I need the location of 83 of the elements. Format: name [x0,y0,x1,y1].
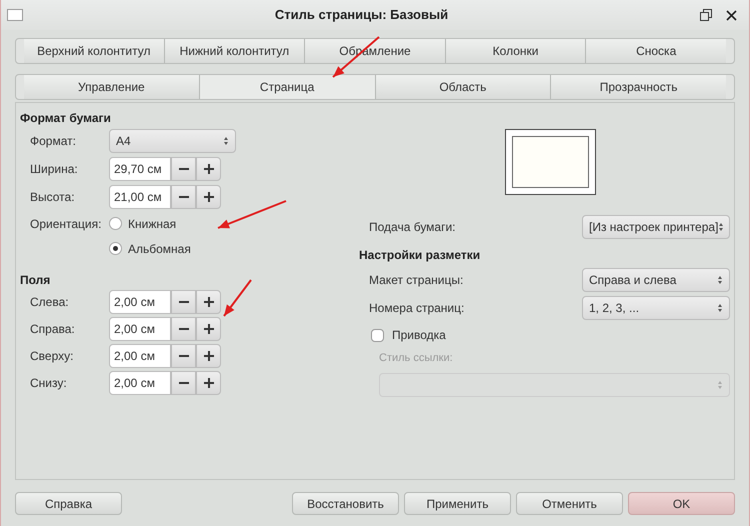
plus-icon [204,192,214,202]
dialog-button[interactable]: Справка [15,492,122,515]
plus-icon [204,297,214,307]
field-label: Справа: [30,321,76,338]
close-icon[interactable] [726,10,737,20]
increment-button[interactable] [196,185,221,209]
minus-icon [178,168,188,170]
field-label: Стиль ссылки: [379,351,454,366]
spinner-arrows-icon [223,136,229,146]
field-label: Высота: [30,189,76,206]
dialog-button[interactable]: Применить [404,492,511,515]
field-label: Сверху: [30,348,74,365]
section-heading: Поля [20,272,52,289]
plus-icon [204,378,214,388]
decrement-button[interactable] [171,371,196,395]
input-field[interactable]: 21,00 см [109,185,171,209]
dropdown-value: 1, 2, 3, ... [589,300,640,317]
radio-label: Альбомная [128,240,191,258]
tab[interactable]: Сноска [586,39,726,63]
input-field[interactable]: 2,00 см [109,317,171,341]
field-label: Номера страниц: [369,300,464,317]
spinner-arrows-icon [718,222,723,232]
tab[interactable]: Нижний колонтитул [164,39,306,63]
increment-button[interactable] [196,317,221,341]
input-field[interactable]: 2,00 см [109,371,171,395]
section-heading: Настройки разметки [359,247,482,264]
annotation-arrow [218,200,286,229]
app-icon [7,9,23,21]
minus-icon [178,355,188,357]
plus-icon [204,324,214,334]
dialog-button[interactable]: OK [628,492,735,515]
decrement-button[interactable] [171,344,196,368]
plus-icon [204,351,214,361]
field-label: Ширина: [30,161,79,178]
restore-icon[interactable] [700,9,712,21]
tab[interactable]: Колонки [446,39,586,63]
field-label: Макет страницы: [369,272,464,289]
tab[interactable]: Прозрачность [551,75,726,99]
tab[interactable]: Область [376,75,552,99]
dropdown[interactable]: [Из настроек принтера] [582,215,730,239]
decrement-button[interactable] [171,185,196,209]
dropdown-value: [Из настроек принтера] [589,219,718,236]
minus-icon [178,196,188,198]
minus-icon [178,301,188,303]
decrement-button[interactable] [171,290,196,314]
increment-button[interactable] [196,157,221,181]
dropdown-value: Справа и слева [589,272,676,289]
field-label: Формат: [30,133,77,150]
spinner-arrows-icon [717,380,723,390]
dropdown[interactable]: Справа и слева [582,268,730,292]
radio-label: Книжная [128,216,176,232]
input-field[interactable]: 2,00 см [109,290,171,314]
spinner-arrows-icon [717,303,723,313]
dialog-button[interactable]: Отменить [516,492,623,515]
plus-icon [204,164,214,174]
dropdown[interactable]: A4 [109,129,236,153]
field-label: Снизу: [30,375,68,392]
input-field[interactable]: 2,00 см [109,344,171,368]
dialog-button[interactable]: Восстановить [292,492,399,515]
decrement-button[interactable] [171,157,196,181]
radio-button[interactable] [109,217,122,230]
tab[interactable]: Страница [200,75,376,99]
increment-button[interactable] [196,290,221,314]
minus-icon [178,328,188,330]
input-field[interactable]: 29,70 см [109,157,171,181]
field-label: Подача бумаги: [369,219,456,236]
radio-button[interactable] [109,242,122,255]
checkbox-label: Приводка [392,327,446,344]
dropdown-value: A4 [116,133,131,150]
checkbox[interactable] [371,328,384,342]
window-title: Стиль страницы: Базовый [274,6,450,24]
decrement-button[interactable] [171,317,196,341]
minus-icon [178,382,188,384]
section-heading: Формат бумаги [20,110,112,127]
tab[interactable]: Управление [24,75,200,99]
increment-button[interactable] [196,344,221,368]
field-label: Ориентация: [30,216,102,230]
increment-button[interactable] [196,371,221,395]
annotation-arrow [223,279,252,317]
tab[interactable]: Верхний колонтитул [24,39,165,63]
field-label: Слева: [30,294,70,311]
dropdown[interactable]: 1, 2, 3, ... [582,296,730,320]
spinner-arrows-icon [717,275,723,285]
